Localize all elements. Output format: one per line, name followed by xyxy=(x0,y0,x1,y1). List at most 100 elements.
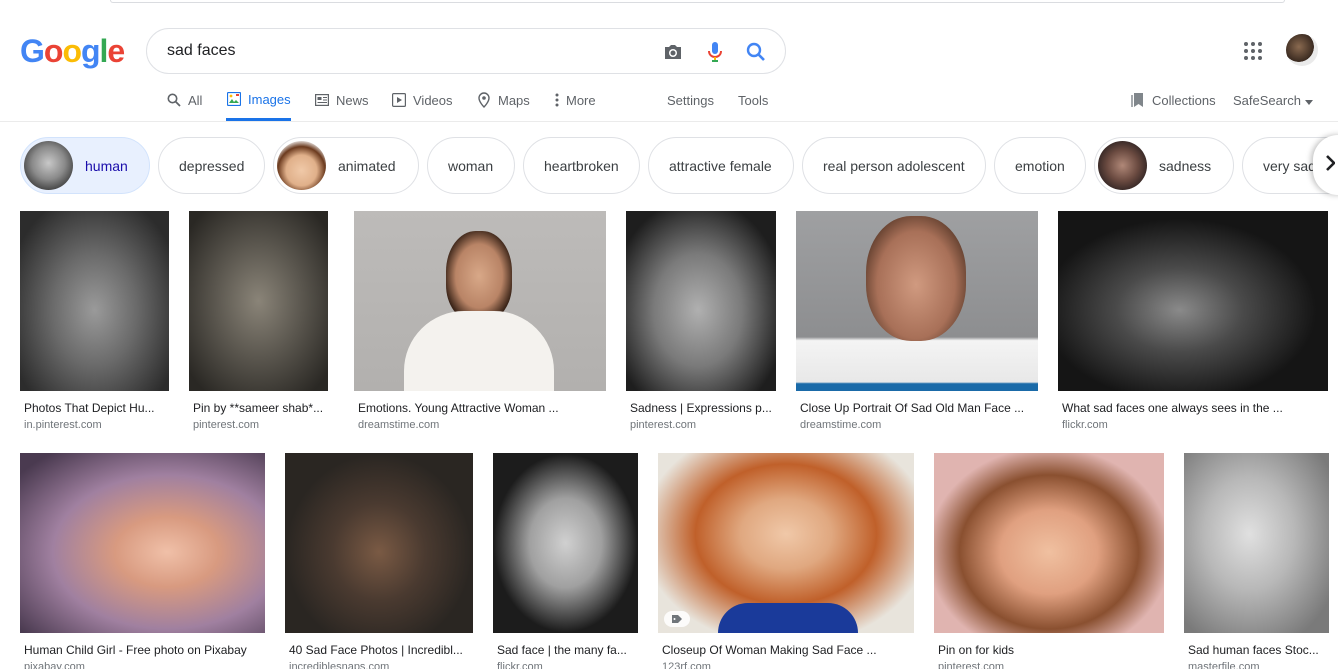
chip-heartbroken[interactable]: heartbroken xyxy=(523,137,640,194)
image-result[interactable]: Human Child Girl - Free photo on Pixabay… xyxy=(20,453,265,669)
result-title[interactable]: Human Child Girl - Free photo on Pixabay xyxy=(20,643,265,657)
tab-more[interactable]: More xyxy=(554,80,596,120)
chip-label: woman xyxy=(448,157,494,174)
result-site[interactable]: flickr.com xyxy=(493,661,638,669)
image-result[interactable]: Photos That Depict Hu... in.pinterest.co… xyxy=(20,211,169,432)
chip-animated[interactable]: animated xyxy=(273,137,419,194)
result-thumbnail[interactable] xyxy=(493,453,638,633)
chevron-down-icon xyxy=(1304,93,1313,108)
tab-label: Images xyxy=(248,91,291,107)
search-box xyxy=(146,28,786,74)
tab-news[interactable]: News xyxy=(314,80,369,120)
tag-icon xyxy=(664,611,690,627)
chip-real-person-adolescent[interactable]: real person adolescent xyxy=(802,137,986,194)
tab-all[interactable]: All xyxy=(166,80,202,120)
result-title[interactable]: Close Up Portrait Of Sad Old Man Face ..… xyxy=(796,401,1038,415)
tab-maps[interactable]: Maps xyxy=(476,80,530,120)
video-icon xyxy=(391,92,407,108)
chip-label: depressed xyxy=(179,157,245,174)
result-site[interactable]: pinterest.com xyxy=(934,661,1164,669)
chip-human[interactable]: human xyxy=(20,137,150,194)
news-icon xyxy=(314,92,330,108)
image-result[interactable]: Close Up Portrait Of Sad Old Man Face ..… xyxy=(796,211,1038,432)
result-site[interactable]: dreamstime.com xyxy=(796,419,1038,432)
result-title[interactable]: Closeup Of Woman Making Sad Face ... xyxy=(658,643,914,657)
result-thumbnail[interactable] xyxy=(20,453,265,633)
top-strip xyxy=(0,0,1338,8)
result-title[interactable]: Pin by **sameer shab*... xyxy=(189,401,328,415)
result-site[interactable]: 123rf.com xyxy=(658,661,914,669)
google-logo[interactable]: Google xyxy=(20,33,125,70)
account-avatar[interactable] xyxy=(1286,34,1318,66)
chip-woman[interactable]: woman xyxy=(427,137,515,194)
chip-label: emotion xyxy=(1015,157,1065,174)
result-thumbnail[interactable] xyxy=(626,211,776,391)
tab-videos[interactable]: Videos xyxy=(391,80,453,120)
result-thumbnail[interactable] xyxy=(1058,211,1328,391)
result-thumbnail[interactable] xyxy=(285,453,473,633)
result-title[interactable]: Photos That Depict Hu... xyxy=(20,401,169,415)
tab-label: Maps xyxy=(498,92,530,108)
chip-label: heartbroken xyxy=(544,157,619,174)
image-result[interactable]: Pin on for kids pinterest.com xyxy=(934,453,1164,669)
logo-letter: g xyxy=(80,33,101,69)
image-result[interactable]: Closeup Of Woman Making Sad Face ... 123… xyxy=(658,453,914,669)
tab-label: More xyxy=(566,92,596,108)
result-site[interactable]: pixabay.com xyxy=(20,661,265,669)
result-title[interactable]: 40 Sad Face Photos | Incredibl... xyxy=(285,643,473,657)
result-title[interactable]: Pin on for kids xyxy=(934,643,1164,657)
chip-emotion[interactable]: emotion xyxy=(994,137,1086,194)
result-site[interactable]: dreamstime.com xyxy=(354,419,606,432)
camera-icon[interactable] xyxy=(661,40,685,64)
apps-grid-icon[interactable] xyxy=(1242,40,1264,62)
mic-icon[interactable] xyxy=(703,40,727,64)
result-site[interactable]: pinterest.com xyxy=(189,419,328,432)
result-site[interactable]: in.pinterest.com xyxy=(20,419,169,432)
result-thumbnail[interactable] xyxy=(20,211,169,391)
result-title[interactable]: Sad human faces Stoc... xyxy=(1184,643,1329,657)
result-thumbnail[interactable] xyxy=(934,453,1164,633)
result-title[interactable]: Sadness | Expressions p... xyxy=(626,401,776,415)
map-pin-icon xyxy=(476,92,492,108)
safesearch-label: SafeSearch xyxy=(1233,92,1301,108)
result-thumbnail[interactable] xyxy=(354,211,606,391)
image-result[interactable]: Sad human faces Stoc... masterfile.com xyxy=(1184,453,1329,669)
chip-depressed[interactable]: depressed xyxy=(158,137,265,194)
image-result[interactable]: Emotions. Young Attractive Woman ... dre… xyxy=(354,211,606,432)
bookmark-icon xyxy=(1130,92,1146,108)
search-icon[interactable] xyxy=(744,40,768,64)
image-result[interactable]: Sad face | the many fa... flickr.com xyxy=(493,453,638,669)
chip-label: sadness xyxy=(1159,157,1212,174)
search-input[interactable] xyxy=(167,39,647,63)
image-result[interactable]: What sad faces one always sees in the ..… xyxy=(1058,211,1328,432)
tools-link[interactable]: Tools xyxy=(738,80,768,120)
result-thumbnail[interactable] xyxy=(796,211,1038,391)
search-icon xyxy=(166,92,182,108)
result-site[interactable]: incrediblesnaps.com xyxy=(285,661,473,669)
tab-images[interactable]: Images xyxy=(226,80,291,121)
result-site[interactable]: pinterest.com xyxy=(626,419,776,432)
image-icon xyxy=(226,91,242,107)
result-site[interactable]: masterfile.com xyxy=(1184,661,1329,669)
chip-label: animated xyxy=(338,157,396,174)
result-site[interactable]: flickr.com xyxy=(1058,419,1328,432)
settings-link[interactable]: Settings xyxy=(667,80,714,120)
result-thumbnail[interactable] xyxy=(189,211,328,391)
image-result[interactable]: Pin by **sameer shab*... pinterest.com xyxy=(189,211,328,432)
result-title[interactable]: Sad face | the many fa... xyxy=(493,643,638,657)
chip-attractive-female[interactable]: attractive female xyxy=(648,137,794,194)
collections-link[interactable]: Collections xyxy=(1130,80,1216,120)
chip-thumb xyxy=(277,141,326,190)
image-result[interactable]: Sadness | Expressions p... pinterest.com xyxy=(626,211,776,432)
logo-letter: l xyxy=(99,33,109,69)
more-vert-icon xyxy=(554,92,560,108)
result-title[interactable]: Emotions. Young Attractive Woman ... xyxy=(354,401,606,415)
result-thumbnail[interactable] xyxy=(1184,453,1329,633)
tab-label: Videos xyxy=(413,92,453,108)
image-result[interactable]: 40 Sad Face Photos | Incredibl... incred… xyxy=(285,453,473,669)
tab-label: News xyxy=(336,92,369,108)
result-title[interactable]: What sad faces one always sees in the ..… xyxy=(1058,401,1328,415)
result-thumbnail[interactable] xyxy=(658,453,914,633)
safesearch-dropdown[interactable]: SafeSearch xyxy=(1233,80,1313,120)
chip-sadness[interactable]: sadness xyxy=(1094,137,1234,194)
